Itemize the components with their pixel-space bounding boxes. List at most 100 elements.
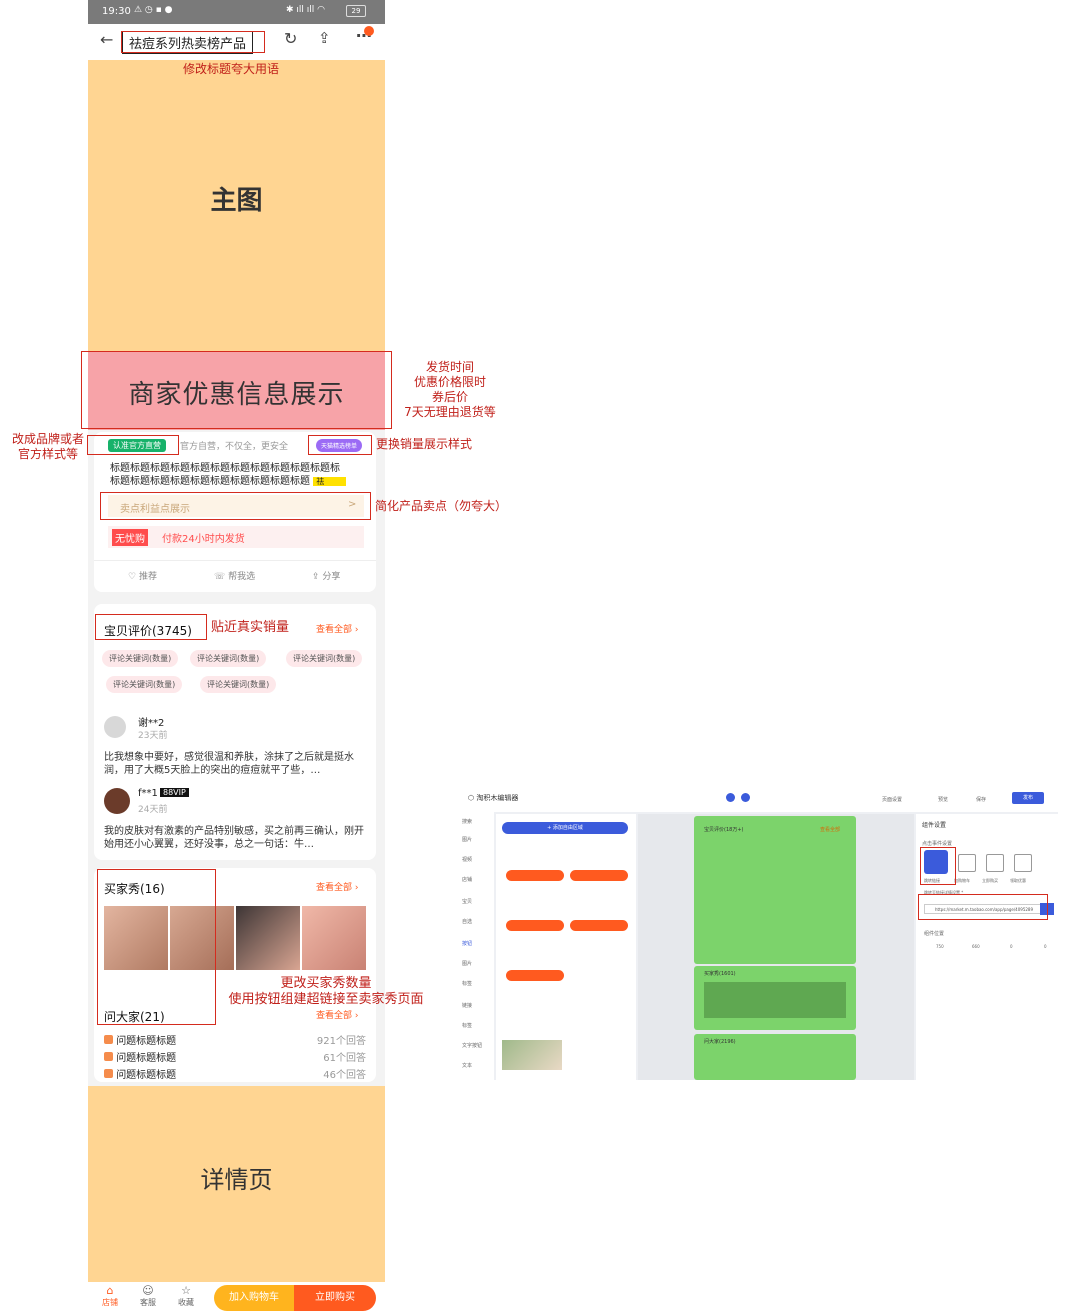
orange-button-sample[interactable]: [570, 870, 628, 881]
service-button[interactable]: ☺ 客服: [138, 1284, 158, 1308]
image-sample[interactable]: [502, 1040, 562, 1070]
event-type-label: 加购物车: [954, 878, 970, 883]
question-icon: [104, 1052, 113, 1061]
sidebar-item[interactable]: 宝贝: [462, 898, 472, 905]
preview-see-all: 查看全部: [820, 827, 841, 833]
buyer-photo[interactable]: [236, 906, 300, 970]
buyer-photo[interactable]: [302, 906, 366, 970]
cart-icon[interactable]: [958, 854, 976, 872]
official-text: 官方自营，不仅全，更安全: [180, 442, 289, 452]
selling-note: 简化产品卖点（勿夸大）: [375, 499, 508, 513]
editor-link-highlight: [920, 847, 956, 885]
signal-icon: ✱ ıll ıll ◠: [286, 5, 325, 15]
qa-row[interactable]: 问题标题标题 46个回答: [104, 1066, 366, 1081]
product-title-line: 标题标题标题标题标题标题标题标题标题标题 祛: [110, 475, 347, 488]
main-image-label: 主图: [210, 186, 263, 216]
share-button[interactable]: ⇪ 分享: [312, 569, 340, 582]
shipping-text: 付款24小时内发货: [162, 534, 245, 545]
sidebar-item[interactable]: 图片: [462, 960, 472, 967]
preview-buyer-show-block[interactable]: 买家秀(1601): [694, 966, 856, 1030]
page-settings-button[interactable]: 页面设置: [882, 796, 902, 803]
sidebar-item[interactable]: 搜索: [462, 818, 472, 825]
preview-reviews-block[interactable]: 宝贝评价(18万+) 查看全部: [694, 816, 856, 964]
shop-button[interactable]: ⌂ 店铺: [100, 1284, 120, 1308]
add-module-button[interactable]: + 添加自由区域: [502, 822, 628, 834]
recommend-button[interactable]: ♡ 推荐: [128, 569, 157, 582]
title-highlight-box: [121, 31, 265, 53]
avatar: [104, 716, 126, 738]
back-icon[interactable]: ←: [100, 30, 113, 49]
buyer-show-see-all[interactable]: 查看全部 ›: [316, 880, 358, 893]
sidebar-item[interactable]: 链接: [462, 1002, 472, 1009]
product-title-line: 标题标题标题标题标题标题标题标题标题标题标题标: [110, 463, 340, 474]
coupon-icon[interactable]: [1014, 854, 1032, 872]
orange-button-sample[interactable]: [570, 920, 628, 931]
review-tag[interactable]: 评论关键词(数量): [200, 676, 277, 693]
question-icon: [104, 1069, 113, 1078]
badge-highlight-box: [87, 435, 179, 455]
help-choose-button[interactable]: ☏ 帮我选: [214, 569, 255, 582]
bottom-bar: ⌂ 店铺 ☺ 客服 ☆ 收藏 加入购物车 立即购买: [88, 1282, 385, 1316]
refresh-icon[interactable]: ↻: [284, 29, 297, 48]
reviews-highlight-box: [95, 614, 207, 640]
sidebar-item[interactable]: 图片: [462, 836, 472, 843]
share-icon[interactable]: ⇪: [318, 29, 331, 47]
qa-row[interactable]: 问题标题标题 61个回答: [104, 1049, 366, 1064]
sidebar-item[interactable]: 自选: [462, 918, 472, 925]
buyer-show-note: 更改买家秀数量 使用按钮组建超链接至卖家秀页面: [228, 976, 424, 1007]
add-cart-button[interactable]: 加入购物车: [214, 1285, 294, 1311]
review-tag[interactable]: 评论关键词(数量): [102, 650, 179, 667]
position-y[interactable]: 0: [1044, 944, 1047, 949]
publish-button[interactable]: 发布: [1012, 792, 1044, 804]
position-w[interactable]: 750: [936, 944, 944, 949]
review-tag[interactable]: 评论关键词(数量): [286, 650, 363, 667]
sidebar-item[interactable]: 标签: [462, 980, 472, 987]
sidebar-item[interactable]: 店铺: [462, 876, 472, 883]
review-user: 谢**2: [138, 718, 165, 729]
zoom-in-icon[interactable]: [741, 793, 750, 802]
divider: [94, 560, 376, 561]
reviews-card: 宝贝评价(3745) 查看全部 › 评论关键词(数量) 评论关键词(数量) 评论…: [94, 604, 376, 860]
notification-dot: [364, 26, 374, 36]
worry-free-badge: 无忧购: [112, 529, 148, 546]
orange-button-sample[interactable]: [506, 870, 564, 881]
qa-row[interactable]: 问题标题标题 921个回答: [104, 1032, 366, 1047]
bag-icon[interactable]: [986, 854, 1004, 872]
question-icon: [104, 1035, 113, 1044]
buy-now-button[interactable]: 立即购买: [294, 1285, 376, 1311]
preview-qa-block[interactable]: 问大家(2196): [694, 1034, 856, 1080]
component-panel: + 添加自由区域: [496, 814, 636, 1080]
sidebar-item[interactable]: 视频: [462, 856, 472, 863]
editor-topbar: ⬡ 淘积木编辑器 页面设置 预览 保存 发布: [450, 784, 1058, 812]
review-tag[interactable]: 评论关键词(数量): [106, 676, 183, 693]
sidebar-item[interactable]: 文字按钮: [462, 1042, 482, 1049]
panel-title: 组件设置: [922, 822, 947, 829]
avatar: [104, 788, 130, 814]
reviews-see-all[interactable]: 查看全部 ›: [316, 622, 358, 635]
save-button[interactable]: 保存: [976, 796, 986, 803]
shop-icon: ⌂: [106, 1284, 114, 1297]
promo-highlight-box: [81, 351, 392, 429]
status-bar: 19:30 ⚠ ◷ ▪ ● ✱ ıll ıll ◠ 29: [88, 0, 385, 24]
preview-block-title: 宝贝评价(18万+): [704, 827, 744, 833]
sidebar-item-active[interactable]: 按钮: [462, 940, 472, 947]
sales-highlight-box: [308, 435, 372, 455]
orange-button-sample[interactable]: [506, 920, 564, 931]
orange-button-sample[interactable]: [506, 970, 564, 981]
favorite-button[interactable]: ☆ 收藏: [176, 1284, 196, 1308]
preview-button[interactable]: 预览: [938, 796, 948, 803]
product-title: 标题标题标题标题标题标题标题标题标题标题标题标 标题标题标题标题标题标题标题标题…: [110, 462, 347, 488]
review-time: 23天前: [138, 731, 168, 741]
review-time: 24天前: [138, 805, 168, 815]
position-h[interactable]: 660: [972, 944, 980, 949]
editor-screenshot: ⬡ 淘积木编辑器 页面设置 预览 保存 发布 搜索 图片 视频 店铺 宝贝 自选…: [450, 784, 1058, 1080]
title-note: 修改标题夸大用语: [183, 62, 280, 76]
phone-screen: 19:30 ⚠ ◷ ▪ ● ✱ ıll ıll ◠ 29 ← 祛痘系列热卖榜产品…: [88, 0, 385, 1316]
detail-page-label: 详情页: [200, 1166, 273, 1194]
qa-see-all[interactable]: 查看全部 ›: [316, 1008, 358, 1021]
sidebar-item[interactable]: 标签: [462, 1022, 472, 1029]
review-tag[interactable]: 评论关键词(数量): [190, 650, 267, 667]
position-x[interactable]: 0: [1010, 944, 1013, 949]
zoom-out-icon[interactable]: [726, 793, 735, 802]
sidebar-item[interactable]: 文本: [462, 1062, 472, 1069]
